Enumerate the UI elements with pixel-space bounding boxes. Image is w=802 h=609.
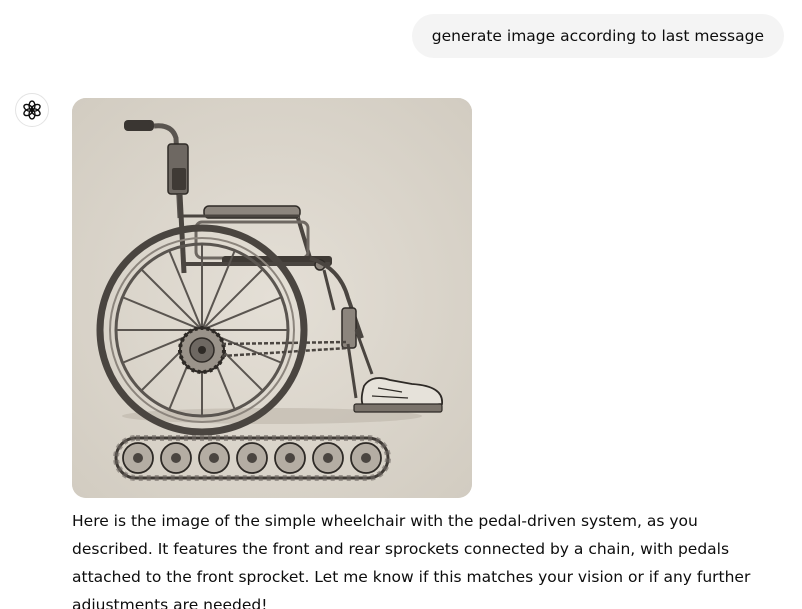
wheelchair-sketch-illustration	[72, 98, 472, 498]
user-message-bubble: generate image according to last message	[411, 14, 784, 58]
chat-thread: generate image according to last message	[0, 0, 802, 609]
assistant-response-text: Here is the image of the simple wheelcha…	[72, 512, 751, 609]
openai-logo-icon	[23, 100, 41, 120]
generated-image[interactable]	[72, 98, 472, 498]
assistant-avatar	[15, 93, 49, 127]
user-message-text: generate image according to last message	[431, 27, 764, 45]
